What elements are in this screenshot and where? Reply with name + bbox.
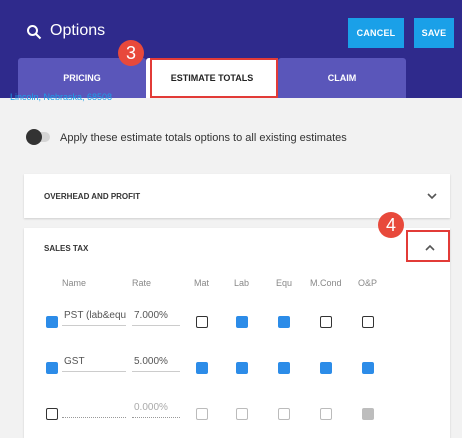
- cancel-button[interactable]: CANCEL: [348, 18, 404, 48]
- table-row: PST (lab&equ 7.000%: [24, 306, 450, 336]
- mcond-checkbox[interactable]: [320, 316, 332, 328]
- chevron-down-icon[interactable]: [426, 190, 438, 202]
- sales-tax-title: SALES TAX: [44, 244, 89, 253]
- row-select-checkbox[interactable]: [46, 316, 58, 328]
- estimate-totals-highlight: [150, 58, 278, 98]
- tax-rate-field[interactable]: 7.000%: [132, 306, 180, 326]
- table-row: GST 5.000%: [24, 352, 450, 382]
- mat-checkbox[interactable]: [196, 408, 208, 420]
- col-equ: Equ: [276, 278, 293, 288]
- col-op: O&P: [358, 278, 378, 288]
- col-mcond: M.Cond: [310, 278, 342, 288]
- estimate-totals-content: Lincoln, Nebraska, 68508 Apply these est…: [0, 92, 462, 438]
- lab-checkbox[interactable]: [236, 362, 248, 374]
- apply-all-label: Apply these estimate totals options to a…: [60, 132, 347, 144]
- address-link[interactable]: Lincoln, Nebraska, 68508: [10, 92, 112, 102]
- col-name: Name: [62, 278, 87, 288]
- row-select-checkbox[interactable]: [46, 408, 58, 420]
- overhead-profit-title: OVERHEAD AND PROFIT: [44, 192, 141, 201]
- save-button[interactable]: SAVE: [414, 18, 454, 48]
- mcond-checkbox[interactable]: [320, 408, 332, 420]
- col-lab: Lab: [234, 278, 250, 288]
- tax-rate-field[interactable]: 0.000%: [132, 398, 180, 418]
- lab-checkbox[interactable]: [236, 316, 248, 328]
- col-rate: Rate: [132, 278, 152, 288]
- lab-checkbox[interactable]: [236, 408, 248, 420]
- tax-name-field[interactable]: GST: [62, 352, 126, 372]
- table-row: 0.000%: [24, 398, 450, 428]
- search-icon[interactable]: [26, 24, 42, 40]
- op-checkbox[interactable]: [362, 316, 374, 328]
- options-header: Options CANCEL SAVE PRICING ESTIMATE TOT…: [0, 0, 462, 98]
- toggle-knob: [26, 129, 42, 145]
- tax-name-field[interactable]: PST (lab&equ: [62, 306, 126, 326]
- op-checkbox[interactable]: [362, 362, 374, 374]
- tax-name-field[interactable]: [62, 398, 126, 418]
- overhead-profit-panel[interactable]: OVERHEAD AND PROFIT: [24, 174, 450, 218]
- equ-checkbox[interactable]: [278, 408, 290, 420]
- equ-checkbox[interactable]: [278, 316, 290, 328]
- sales-tax-panel: SALES TAX 4 Name Rate Mat Lab Equ M.Cond…: [24, 212, 450, 438]
- mat-checkbox[interactable]: [196, 316, 208, 328]
- annotation-badge-3: 3: [118, 40, 144, 66]
- collapse-highlight: [406, 230, 450, 262]
- annotation-badge-4: 4: [378, 212, 404, 238]
- equ-checkbox[interactable]: [278, 362, 290, 374]
- tax-rate-field[interactable]: 5.000%: [132, 352, 180, 372]
- tab-claim[interactable]: CLAIM: [278, 58, 406, 98]
- op-checkbox[interactable]: [362, 408, 374, 420]
- apply-all-toggle[interactable]: [26, 129, 50, 145]
- mat-checkbox[interactable]: [196, 362, 208, 374]
- page-title: Options: [50, 22, 106, 39]
- row-select-checkbox[interactable]: [46, 362, 58, 374]
- col-mat: Mat: [194, 278, 210, 288]
- mcond-checkbox[interactable]: [320, 362, 332, 374]
